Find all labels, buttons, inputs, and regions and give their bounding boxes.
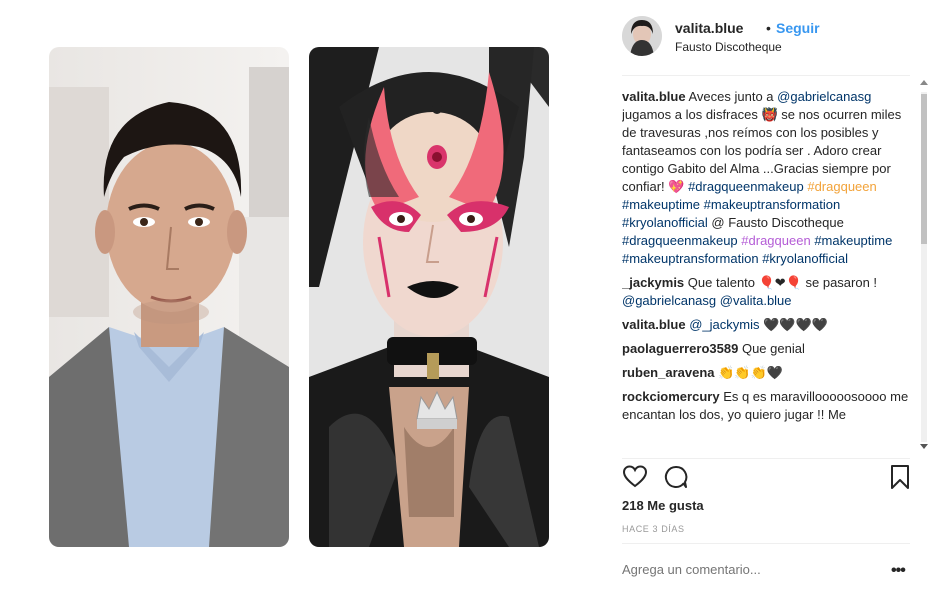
heart-icon[interactable] [622,464,648,490]
comment-username[interactable]: valita.blue [622,317,686,332]
avatar[interactable] [622,16,662,56]
comment-item: valita.blue @_jackymis 🖤🖤🖤🖤 [622,316,912,334]
header-divider [622,75,910,76]
hashtag-link[interactable]: #kryolanofficial [762,251,848,266]
scroll-thumb[interactable] [921,94,927,244]
comment-text: 👏👏👏🖤 [718,365,783,380]
comment-bubble-icon[interactable] [663,464,689,490]
caption-location-text: @ Fausto Discotheque [711,215,844,230]
hashtag-link[interactable]: #kryolanofficial [622,215,708,230]
comment-text: Que talento 🎈❤🎈 se pasaron ! [687,275,878,290]
bookmark-icon[interactable] [887,464,913,490]
hashtag-link[interactable]: #makeuptime [814,233,892,248]
comment-username[interactable]: _jackymis [622,275,684,290]
post-sidebar: valita.blue • Seguir Fausto Discotheque … [600,0,933,595]
caption-mention[interactable]: @gabrielcanasg [777,89,871,104]
comment-mention[interactable]: @valita.blue [720,293,792,308]
caption-username[interactable]: valita.blue [622,89,686,104]
comment-username[interactable]: rockciomercury [622,389,720,404]
hashtag-link[interactable]: #makeuptransformation [622,251,759,266]
comment-username[interactable]: paolaguerrero3589 [622,341,738,356]
comment-item: rockciomercury Es q es maravillooooosooo… [622,388,912,424]
hashtag-link[interactable]: #makeuptime [622,197,700,212]
caption-text: Aveces junto a [688,89,774,104]
comments-list[interactable]: valita.blue Aveces junto a @gabrielcanas… [622,88,912,454]
hashtag-link[interactable]: #makeuptransformation [704,197,841,212]
hashtag-link[interactable]: #dragqueenmakeup [688,179,804,194]
comments-divider [622,458,910,459]
comment-text: Que genial [741,341,805,356]
scroll-down-arrow-icon[interactable] [920,444,928,449]
follow-button[interactable]: Seguir [776,20,820,36]
photo-right-portrait [309,47,549,547]
comment-item: ruben_aravena 👏👏👏🖤 [622,364,912,382]
caption: valita.blue Aveces junto a @gabrielcanas… [622,88,912,268]
more-options-button[interactable]: ••• [891,562,906,580]
action-bar [622,464,912,492]
photo-left-portrait [49,47,289,547]
comment-item: _jackymis Que talento 🎈❤🎈 se pasaron ! @… [622,274,912,310]
hashtag-link[interactable]: #dragqueen [741,233,810,248]
post-timestamp[interactable]: HACE 3 DÍAS [622,524,685,534]
post-photo-area[interactable] [0,0,600,595]
comment-username[interactable]: ruben_aravena [622,365,715,380]
footer-divider [622,543,910,544]
comment-mention[interactable]: @gabrielcanasg [622,293,716,308]
hashtag-link[interactable]: #dragqueenmakeup [622,233,738,248]
likes-count[interactable]: 218 Me gusta [622,498,704,513]
comment-item: paolaguerrero3589 Que genial [622,340,912,358]
location-link[interactable]: Fausto Discotheque [675,40,782,54]
comment-text: 🖤🖤🖤🖤 [763,317,828,332]
comments-scrollbar[interactable] [918,80,930,454]
header-username[interactable]: valita.blue [675,20,743,36]
header-separator-dot: • [766,20,771,36]
post-header: valita.blue • Seguir Fausto Discotheque [622,14,912,60]
scroll-up-arrow-icon[interactable] [920,80,928,85]
comment-mention[interactable]: @_jackymis [689,317,759,332]
hashtag-link[interactable]: #dragqueen [807,179,876,194]
add-comment-input[interactable] [622,562,872,577]
